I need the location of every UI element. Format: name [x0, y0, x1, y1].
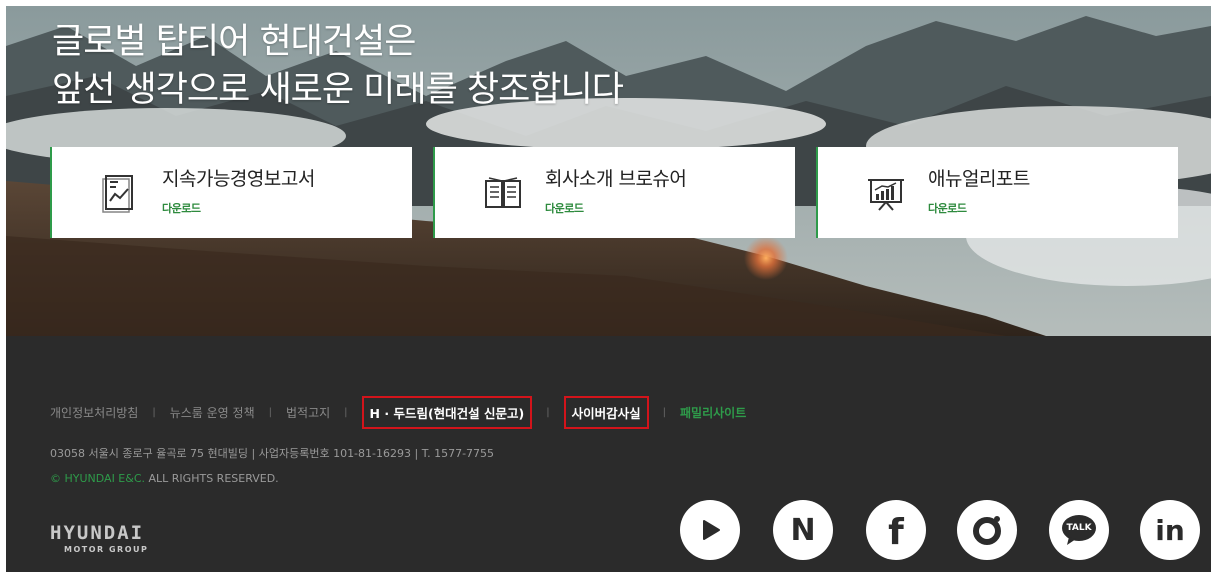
footer-links: 개인정보처리방침 | 뉴스룸 운영 정책 | 법적고지 | H · 두드림(현대… — [50, 395, 746, 429]
separator: | — [152, 406, 156, 418]
link-newsroom-policy[interactable]: 뉴스룸 운영 정책 — [170, 404, 255, 421]
hyundai-motor-group-logo[interactable]: HYUNDAI MOTOR GROUP — [50, 522, 148, 554]
card-title: 애뉴얼리포트 — [928, 167, 1030, 190]
company-address: 03058 서울시 종로구 율곡로 75 현대빌딩 | 사업자등록번호 101-… — [50, 447, 495, 460]
linkedin-icon[interactable]: in — [1140, 500, 1200, 560]
card-title: 지속가능경영보고서 — [162, 167, 315, 190]
headline-line-2: 앞선 생각으로 새로운 미래를 창조합니다 — [52, 70, 624, 110]
link-cyber-audit[interactable]: 사이버감사실 — [563, 395, 649, 429]
link-h-dodream[interactable]: H · 두드림(현대건설 신문고) — [361, 395, 533, 429]
report-chart-icon — [102, 174, 133, 213]
play-icon — [703, 520, 720, 540]
separator: | — [546, 406, 550, 418]
link-legal-notice[interactable]: 법적고지 — [286, 404, 330, 421]
instagram-icon[interactable] — [957, 500, 1017, 560]
separator: | — [662, 406, 667, 418]
separator: | — [268, 406, 272, 418]
linkedin-letters: in — [1155, 513, 1185, 547]
separator: | — [344, 406, 348, 418]
card-company-brochure[interactable]: 회사소개 브로슈어 다운로드 — [433, 147, 795, 238]
open-book-icon — [485, 176, 521, 208]
footer: 개인정보처리방침 | 뉴스룸 운영 정책 | 법적고지 | H · 두드림(현대… — [6, 336, 1211, 572]
hero-headline: 글로벌 탑티어 현대건설은 앞선 생각으로 새로운 미래를 창조합니다 — [52, 18, 624, 114]
kakao-talk-icon[interactable]: TALK — [1049, 500, 1109, 560]
copyright-brand: © HYUNDAI E&C. — [50, 472, 146, 485]
logo-main-text: HYUNDAI — [50, 522, 145, 544]
download-link[interactable]: 다운로드 — [928, 200, 1030, 216]
kakao-talk-label: TALK — [1066, 523, 1092, 533]
naver-letter: N — [790, 512, 816, 548]
facebook-icon[interactable]: f — [866, 500, 926, 560]
naver-blog-icon[interactable]: N — [773, 500, 833, 560]
download-link[interactable]: 다운로드 — [162, 200, 315, 216]
link-family-site[interactable]: 패밀리사이트 — [680, 404, 746, 421]
card-sustainability-report[interactable]: 지속가능경영보고서 다운로드 — [50, 147, 412, 238]
logo-sub-text: MOTOR GROUP — [64, 545, 149, 554]
hero-banner: 글로벌 탑티어 현대건설은 앞선 생각으로 새로운 미래를 창조합니다 지속가능… — [6, 6, 1211, 336]
headline-line-1: 글로벌 탑티어 현대건설은 — [52, 22, 416, 62]
card-annual-report[interactable]: 애뉴얼리포트 다운로드 — [816, 147, 1178, 238]
copyright-rest: ALL RIGHTS RESERVED. — [145, 472, 279, 485]
youtube-icon[interactable] — [680, 500, 740, 560]
copyright: © HYUNDAI E&C. ALL RIGHTS RESERVED. — [50, 472, 279, 485]
download-link[interactable]: 다운로드 — [545, 200, 686, 216]
card-title: 회사소개 브로슈어 — [545, 167, 687, 190]
page-frame: 글로벌 탑티어 현대건설은 앞선 생각으로 새로운 미래를 창조합니다 지속가능… — [6, 6, 1211, 572]
camera-ring-icon — [973, 516, 1001, 545]
facebook-letter: f — [888, 511, 904, 553]
link-privacy-policy[interactable]: 개인정보처리방침 — [50, 404, 138, 421]
presentation-board-icon — [868, 178, 904, 211]
